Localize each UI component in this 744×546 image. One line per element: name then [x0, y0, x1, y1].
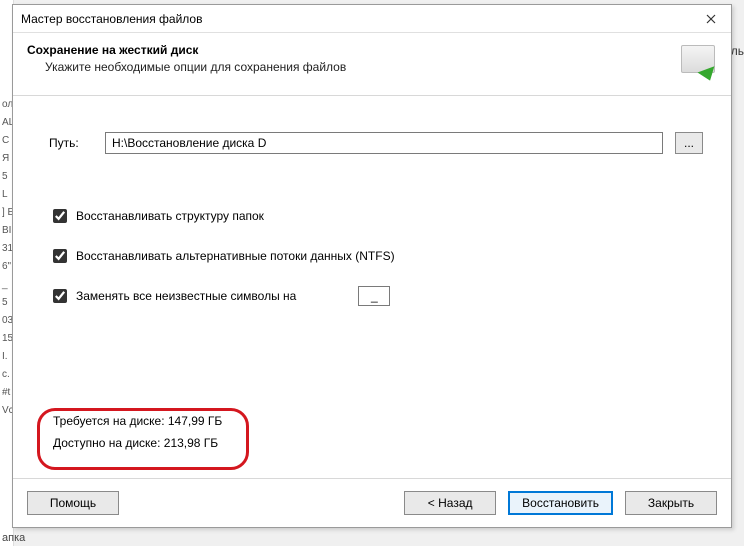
replace-char-input[interactable] [358, 286, 390, 306]
close-button[interactable]: Закрыть [625, 491, 717, 515]
wizard-footer: Помощь < Назад Восстановить Закрыть [13, 478, 731, 527]
restore-ads-label: Восстанавливать альтернативные потоки да… [76, 249, 395, 263]
disk-required: Требуется на диске: 147,99 ГБ [53, 410, 222, 432]
help-button[interactable]: Помощь [27, 491, 119, 515]
disk-space-info: Требуется на диске: 147,99 ГБ Доступно н… [43, 402, 238, 464]
wizard-body: Путь: ... Восстанавливать структуру папо… [13, 96, 731, 478]
replace-unknown-checkbox[interactable] [53, 289, 67, 303]
save-to-disk-icon [675, 43, 717, 81]
recover-button[interactable]: Восстановить [508, 491, 613, 515]
option-restore-ads[interactable]: Восстанавливать альтернативные потоки да… [49, 246, 703, 266]
background-below-text: апка [2, 532, 25, 544]
back-button[interactable]: < Назад [404, 491, 496, 515]
option-restore-structure[interactable]: Восстанавливать структуру папок [49, 206, 703, 226]
restore-ads-checkbox[interactable] [53, 249, 67, 263]
close-icon[interactable] [691, 5, 731, 33]
header-subtitle: Укажите необходимые опции для сохранения… [27, 60, 675, 74]
option-replace-unknown[interactable]: Заменять все неизвестные символы на [49, 286, 703, 306]
titlebar: Мастер восстановления файлов [13, 5, 731, 33]
window-title: Мастер восстановления файлов [21, 12, 691, 26]
restore-structure-checkbox[interactable] [53, 209, 67, 223]
wizard-header: Сохранение на жесткий диск Укажите необх… [13, 33, 731, 96]
wizard-dialog: Мастер восстановления файлов Сохранение … [12, 4, 732, 528]
path-input[interactable] [105, 132, 663, 154]
path-row: Путь: ... [49, 132, 703, 154]
path-label: Путь: [49, 136, 93, 150]
restore-structure-label: Восстанавливать структуру папок [76, 209, 264, 223]
header-title: Сохранение на жесткий диск [27, 43, 675, 57]
browse-button[interactable]: ... [675, 132, 703, 154]
disk-available: Доступно на диске: 213,98 ГБ [53, 432, 222, 454]
replace-unknown-label: Заменять все неизвестные символы на [76, 289, 296, 303]
